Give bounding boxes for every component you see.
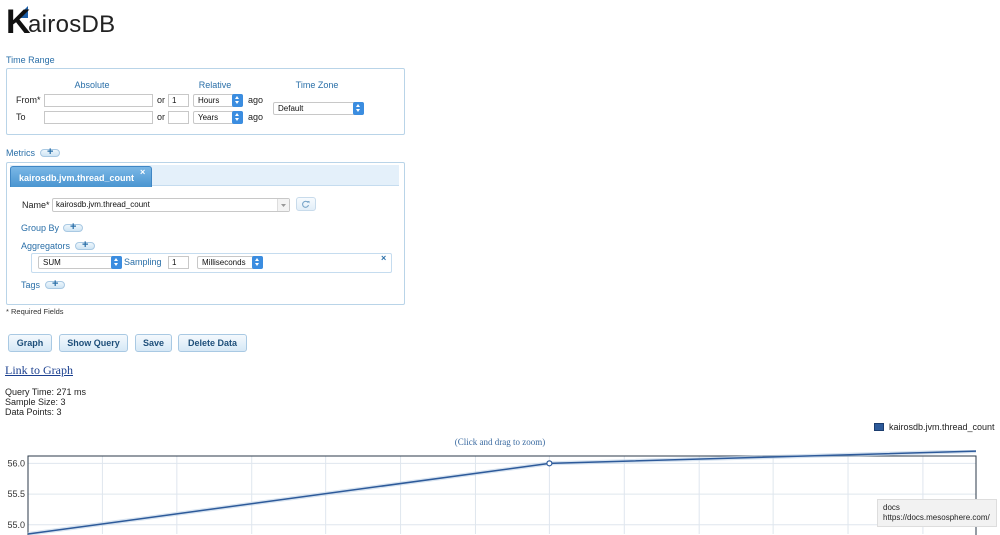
remove-aggregator-icon[interactable]: ×: [381, 253, 386, 263]
sample-size-row: Sample Size: 3: [5, 397, 86, 407]
metric-tab[interactable]: kairosdb.jvm.thread_count ×: [10, 166, 152, 187]
from-label: From*: [16, 95, 41, 105]
tags-label: Tags: [21, 280, 41, 290]
line-chart[interactable]: 56.0 55.5 55.0: [0, 450, 1000, 535]
data-points-value: 3: [56, 407, 62, 417]
sample-size-value: 3: [60, 397, 66, 407]
data-points-label: Data Points:: [5, 407, 55, 417]
from-relative-unit-value: Hours: [198, 96, 220, 105]
from-relative-unit-select[interactable]: Hours: [193, 94, 243, 107]
metric-tab-label: kairosdb.jvm.thread_count: [19, 173, 135, 183]
timezone-select[interactable]: Default: [273, 102, 364, 115]
query-time-value: 271 ms: [56, 387, 87, 397]
aggregator-row: SUM Sampling 1 Milliseconds ×: [31, 253, 392, 273]
y-tick-label: 55.0: [7, 520, 25, 530]
data-point: [546, 460, 553, 467]
to-absolute-input[interactable]: [44, 111, 153, 124]
link-to-graph[interactable]: Link to Graph: [5, 363, 73, 378]
refresh-metric-names-button[interactable]: [296, 197, 316, 211]
select-arrows-icon: [353, 102, 364, 115]
timezone-header: Time Zone: [295, 80, 339, 90]
logo-initial: K: [6, 3, 31, 41]
to-label: To: [16, 112, 26, 122]
sample-size-label: Sample Size:: [5, 397, 59, 407]
add-metric-button[interactable]: [40, 146, 60, 158]
timezone-value: Default: [278, 104, 304, 113]
aggregator-function-value: SUM: [43, 258, 61, 267]
sampling-unit-value: Milliseconds: [202, 258, 246, 267]
select-arrows-icon: [111, 256, 122, 269]
from-absolute-input[interactable]: [44, 94, 153, 107]
graph-button[interactable]: Graph: [8, 334, 52, 352]
metrics-panel: kairosdb.jvm.thread_count × Name* kairos…: [6, 162, 405, 305]
delete-data-button[interactable]: Delete Data: [178, 334, 247, 352]
add-tag-button[interactable]: [45, 278, 65, 290]
query-time-row: Query Time: 271 ms: [5, 387, 86, 397]
data-points-row: Data Points: 3: [5, 407, 86, 417]
metric-name-value: kairosdb.jvm.thread_count: [56, 200, 150, 209]
metric-name-combobox[interactable]: kairosdb.jvm.thread_count: [52, 198, 290, 212]
to-relative-value-input[interactable]: [168, 111, 189, 124]
metrics-label: Metrics: [6, 148, 35, 158]
chart-subtitle: (Click and drag to zoom): [454, 437, 546, 447]
select-arrows-icon: [252, 256, 263, 269]
logo-wordmark: airosDB: [28, 11, 116, 38]
from-relative-value-input[interactable]: 1: [168, 94, 189, 107]
tooltip-title: docs: [883, 503, 900, 512]
to-relative-unit-value: Years: [198, 113, 219, 122]
y-tick-label: 55.5: [7, 489, 25, 499]
aggregator-function-select[interactable]: SUM: [38, 256, 122, 269]
time-range-label: Time Range: [6, 55, 55, 65]
url-tooltip: docs https://docs.mesosphere.com/: [877, 499, 997, 527]
sampling-value-input[interactable]: 1: [168, 256, 189, 269]
absolute-header: Absolute: [74, 80, 110, 90]
sampling-unit-select[interactable]: Milliseconds: [197, 256, 263, 269]
metric-name-label: Name*: [22, 200, 50, 210]
add-group-by-button[interactable]: [63, 221, 83, 233]
sampling-label: Sampling: [124, 257, 162, 267]
legend-label: kairosdb.jvm.thread_count: [889, 422, 995, 432]
to-ago-label: ago: [248, 112, 264, 122]
save-button[interactable]: Save: [135, 334, 172, 352]
query-stats: Query Time: 271 ms Sample Size: 3 Data P…: [5, 387, 86, 417]
kairosdb-logo: K airosDB: [6, 4, 116, 40]
close-metric-tab-icon[interactable]: ×: [140, 167, 145, 177]
relative-header: Relative: [198, 80, 232, 90]
group-by-label: Group By: [21, 223, 60, 233]
show-query-button[interactable]: Show Query: [59, 334, 128, 352]
tooltip-url: https://docs.mesosphere.com/: [883, 513, 990, 522]
required-fields-note: * Required Fields: [6, 307, 64, 316]
from-or-label: or: [157, 95, 166, 105]
select-arrows-icon: [232, 94, 243, 107]
time-range-panel: Absolute Relative Time Zone From* or 1 H…: [6, 68, 405, 135]
y-tick-label: 56.0: [7, 458, 25, 468]
to-or-label: or: [157, 112, 166, 122]
add-aggregator-button[interactable]: [75, 239, 95, 251]
select-arrows-icon: [232, 111, 243, 124]
to-relative-unit-select[interactable]: Years: [193, 111, 243, 124]
combobox-dropdown-icon[interactable]: [277, 199, 289, 211]
query-time-label: Query Time:: [5, 387, 55, 397]
aggregators-label: Aggregators: [21, 241, 71, 251]
refresh-icon: [302, 200, 310, 208]
legend-swatch: [874, 423, 884, 431]
from-ago-label: ago: [248, 95, 264, 105]
